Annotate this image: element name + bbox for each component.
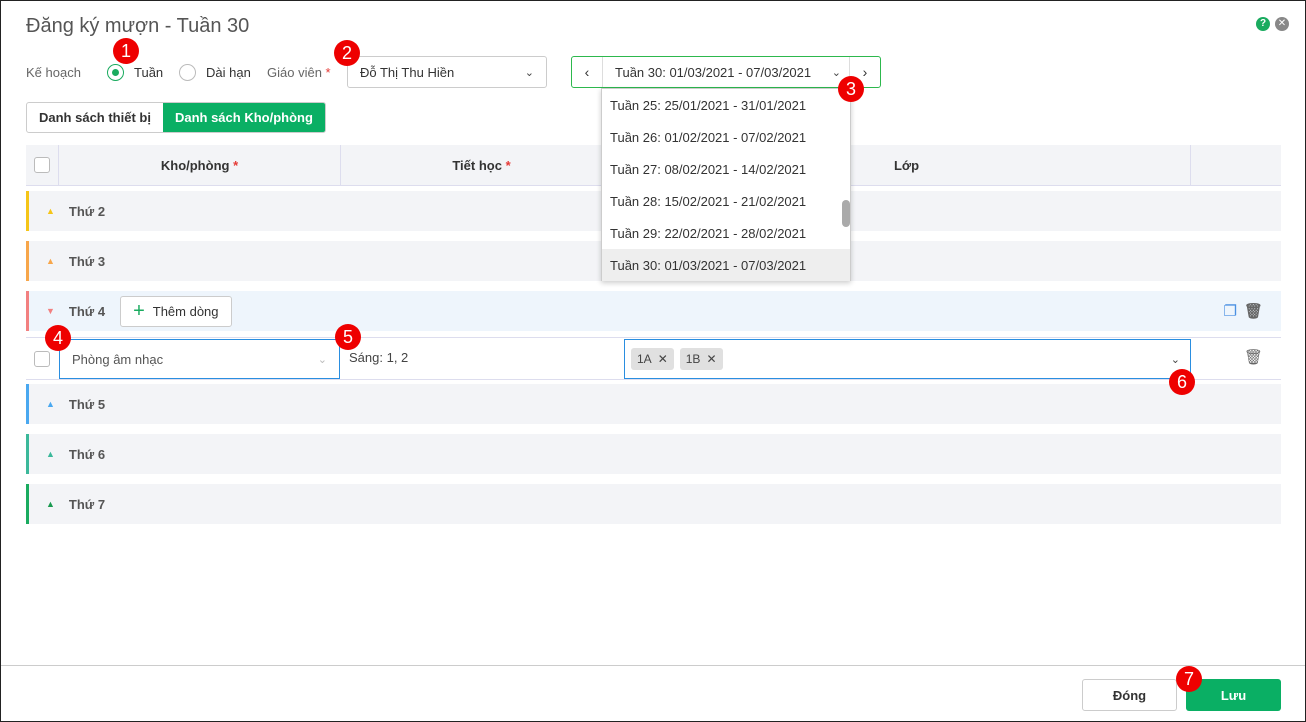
week-option[interactable]: Tuần 27: 08/02/2021 - 14/02/2021 [602,153,843,185]
expand-icon[interactable]: ▲ [46,449,55,459]
group-row-thu-4[interactable]: ▼ Thứ 4 + Thêm dòng ❐ 🗑 [26,291,1281,331]
class-multiselect[interactable]: 1A ✕ 1B ✕ ⌄ [624,339,1191,379]
week-select[interactable]: Tuần 30: 01/03/2021 - 07/03/2021 ⌄ [602,57,850,87]
add-row-label: Thêm dòng [152,303,219,319]
day-label: Thứ 5 [68,396,106,412]
day-label: Thứ 4 [68,303,106,319]
dialog: Đăng ký mượn - Tuần 30 ? ✕ Kế hoạch Tuần… [0,0,1306,722]
step-badge-4: 4 [45,325,71,351]
expand-icon[interactable]: ▲ [46,499,55,509]
teacher-label: Giáo viên * [267,65,331,80]
room-select[interactable]: Phòng âm nhạc ⌄ [59,339,340,379]
tab-bar: Danh sách thiết bị Danh sách Kho/phòng [26,102,326,133]
close-button[interactable]: Đóng [1082,679,1177,711]
week-option[interactable]: Tuần 28: 15/02/2021 - 21/02/2021 [602,185,843,217]
required-mark: * [325,65,331,80]
prev-week-button[interactable]: ‹ [572,57,602,87]
footer-divider [1,665,1305,666]
week-value: Tuần 30: 01/03/2021 - 07/03/2021 [615,64,812,80]
group-row-thu-5[interactable]: ▲ Thứ 5 [26,384,1281,424]
chevron-down-icon: ⌄ [831,66,841,79]
radio-long-term[interactable] [179,64,196,81]
day-label: Thứ 2 [68,203,106,219]
row-checkbox[interactable] [34,351,50,367]
day-label: Thứ 3 [68,253,106,269]
chip-label: 1A [637,352,652,366]
col-period: Tiết học * [341,145,623,185]
chevron-down-icon: ⌄ [524,66,534,79]
plus-icon: + [133,299,145,322]
tab-equipment-list[interactable]: Danh sách thiết bị [27,103,163,132]
select-all-checkbox[interactable] [34,157,50,173]
period-value[interactable]: Sáng: 1, 2 [349,350,408,365]
required-mark: * [505,157,511,173]
week-option[interactable]: Tuần 26: 01/02/2021 - 07/02/2021 [602,121,843,153]
col-period-label: Tiết học [452,157,502,173]
add-row-button[interactable]: + Thêm dòng [120,295,232,327]
plan-label: Kế hoạch [26,65,81,80]
chevron-down-icon: ⌄ [1170,353,1180,366]
radio-week[interactable] [107,64,124,81]
table-row: Phòng âm nhạc ⌄ Sáng: 1, 2 1A ✕ 1B ✕ ⌄ 🗑 [26,337,1281,380]
day-label: Thứ 6 [68,446,106,462]
step-badge-1: 1 [113,38,139,64]
week-option[interactable]: Tuần 29: 22/02/2021 - 28/02/2021 [602,217,843,249]
col-room: Kho/phòng * [59,145,341,185]
copy-icon[interactable]: ❐ [1224,302,1237,320]
teacher-select[interactable]: Đỗ Thị Thu Hiền ⌄ [347,56,547,88]
teacher-label-text: Giáo viên [267,65,322,80]
step-badge-7: 7 [1176,666,1202,692]
week-dropdown: Tuần 25: 25/01/2021 - 31/01/2021 Tuần 26… [601,88,851,281]
trash-icon[interactable]: 🗑 [1244,348,1263,366]
week-option-selected[interactable]: Tuần 30: 01/03/2021 - 07/03/2021 [602,249,850,281]
room-value: Phòng âm nhạc [72,351,164,367]
collapse-icon[interactable]: ▼ [46,306,55,316]
help-icon[interactable]: ? [1256,17,1270,31]
class-chip: 1A ✕ [631,348,674,370]
remove-icon[interactable]: ✕ [706,352,716,366]
remove-icon[interactable]: ✕ [658,352,668,366]
week-option[interactable]: Tuần 25: 25/01/2021 - 31/01/2021 [602,89,843,121]
week-navigator: ‹ Tuần 30: 01/03/2021 - 07/03/2021 ⌄ › [571,56,881,88]
close-icon[interactable]: ✕ [1275,17,1289,31]
day-label: Thứ 7 [68,496,106,512]
chip-label: 1B [685,352,701,366]
dialog-title: Đăng ký mượn - Tuần 30 [26,15,250,37]
expand-icon[interactable]: ▲ [46,256,55,266]
radio-week-label: Tuần [134,65,164,80]
col-actions [1191,145,1281,185]
dropdown-scrollbar[interactable] [842,200,850,227]
group-row-thu-7[interactable]: ▲ Thứ 7 [26,484,1281,524]
step-badge-6: 6 [1169,369,1195,395]
chevron-down-icon: ⌄ [317,353,327,366]
col-room-label: Kho/phòng [160,157,230,173]
radio-long-term-label: Dài hạn [206,65,251,80]
class-chip: 1B ✕ [679,348,723,370]
teacher-value: Đỗ Thị Thu Hiền [360,64,455,80]
trash-icon[interactable]: 🗑 [1244,302,1263,320]
expand-icon[interactable]: ▲ [46,399,55,409]
step-badge-3: 3 [838,76,864,102]
tab-room-list[interactable]: Danh sách Kho/phòng [162,103,325,132]
step-badge-5: 5 [335,324,361,350]
required-mark: * [233,157,239,173]
expand-icon[interactable]: ▲ [46,206,55,216]
step-badge-2: 2 [334,40,360,66]
group-row-thu-6[interactable]: ▲ Thứ 6 [26,434,1281,474]
